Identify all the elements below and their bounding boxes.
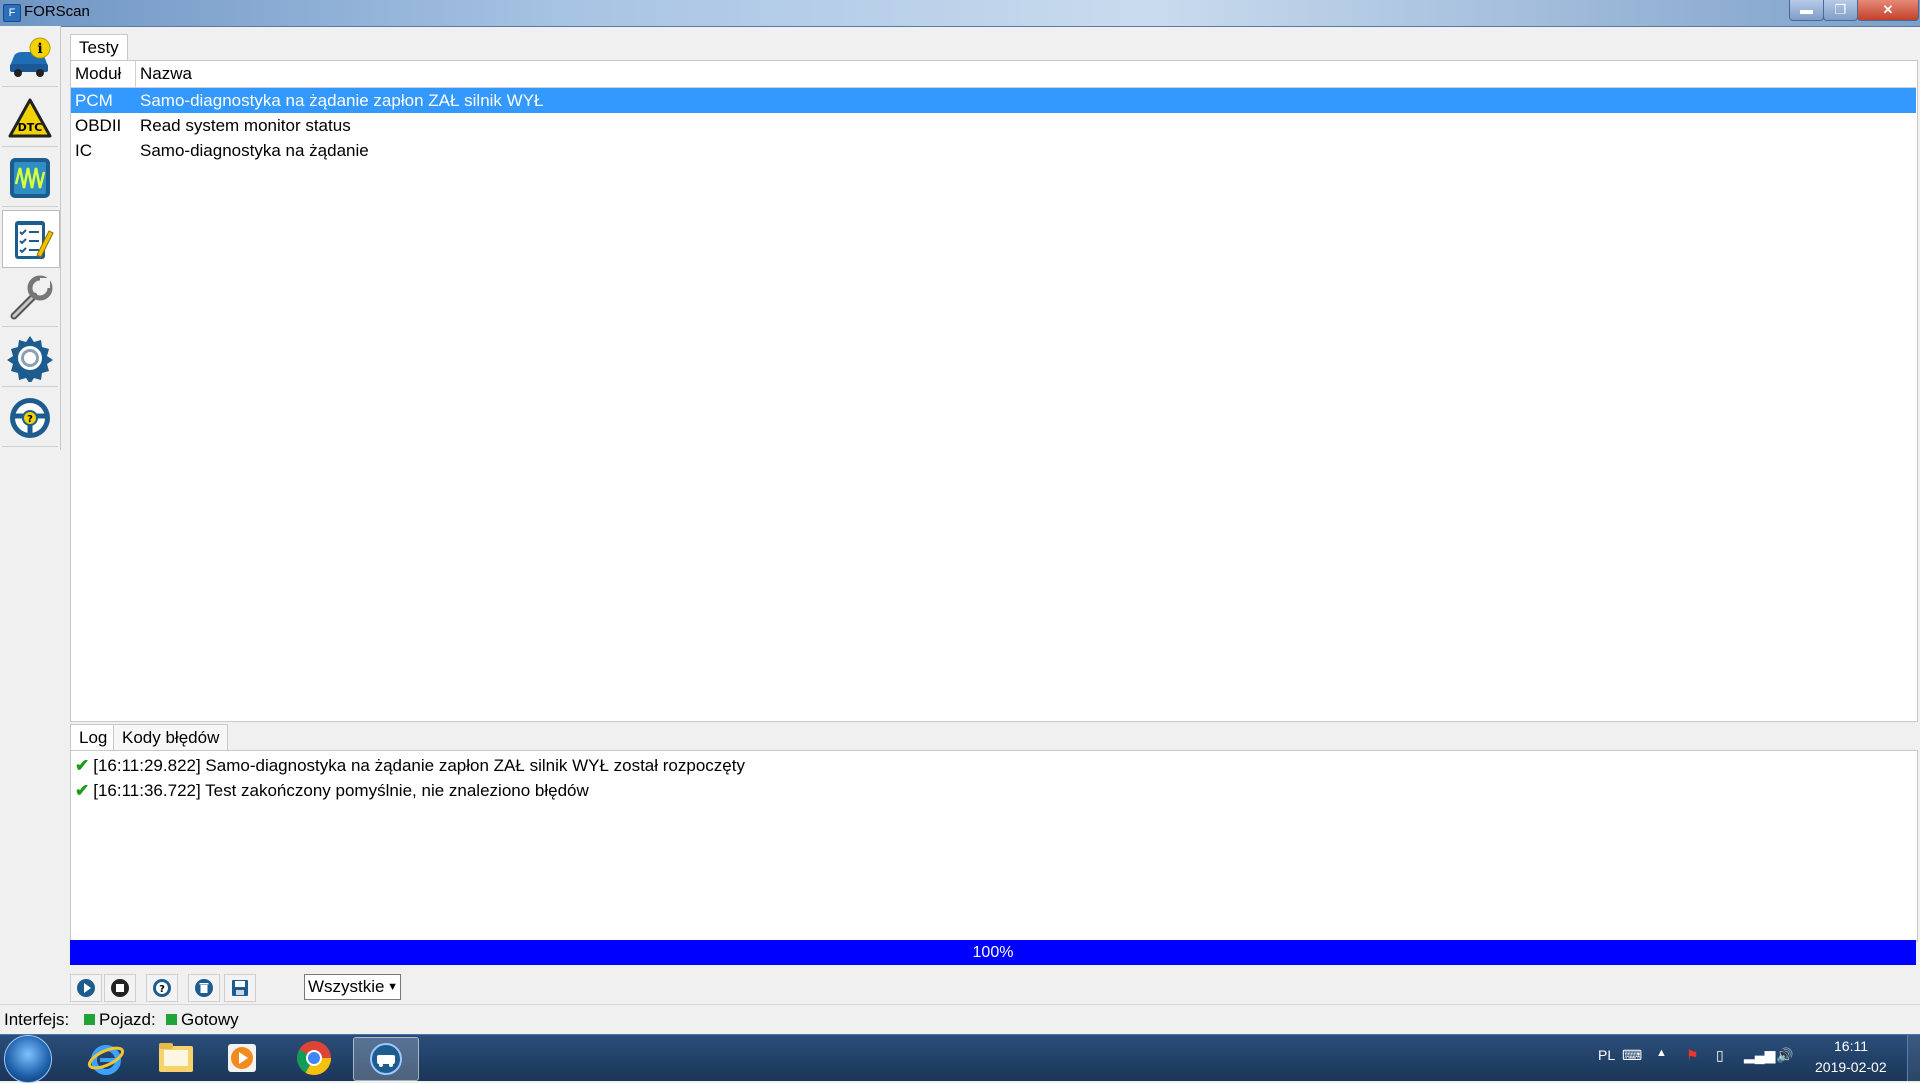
- run-button[interactable]: [70, 974, 102, 1002]
- taskbar-media-player[interactable]: [214, 1037, 270, 1079]
- table-row[interactable]: IC Samo-diagnostyka na żądanie: [71, 138, 1916, 163]
- column-header-name[interactable]: Nazwa: [136, 61, 1910, 87]
- svg-text:DTC: DTC: [18, 121, 43, 134]
- svg-text:?: ?: [27, 414, 33, 425]
- trash-icon: [195, 979, 213, 997]
- check-icon: ✔: [75, 756, 90, 775]
- volume-icon[interactable]: 🔊: [1776, 1047, 1793, 1064]
- sidebar-item-dtc[interactable]: DTC: [2, 90, 58, 147]
- interface-status-indicator: [84, 1014, 95, 1026]
- tests-table: Moduł Nazwa PCM Samo-diagnostyka na żąda…: [70, 60, 1918, 722]
- forscan-app-icon: F: [3, 4, 21, 22]
- gear-icon: [7, 336, 53, 382]
- row-module: PCM: [75, 91, 113, 110]
- window-title: FORScan: [24, 3, 90, 20]
- checklist-icon: [15, 221, 54, 259]
- chevron-down-icon: ▼: [387, 981, 398, 993]
- taskbar-forscan[interactable]: [353, 1037, 419, 1081]
- vehicle-status: Pojazd:: [84, 1010, 156, 1030]
- log-line: ✔ [16:11:36.722] Test zakończony pomyślni…: [75, 778, 589, 803]
- clock-date[interactable]: 2019-02-02: [1815, 1059, 1887, 1075]
- taskbar-explorer[interactable]: [148, 1037, 204, 1079]
- sidebar-item-help[interactable]: ?: [2, 390, 58, 447]
- keyboard-icon[interactable]: ⌨: [1622, 1047, 1642, 1064]
- tab-error-codes[interactable]: Kody błędów: [113, 724, 229, 751]
- network-signal-icon[interactable]: ▂▄▆: [1744, 1047, 1775, 1064]
- column-header-module[interactable]: Moduł: [71, 61, 136, 87]
- log-text: [16:11:36.722] Test zakończony pomyślnie…: [93, 781, 589, 800]
- close-button[interactable]: ✕: [1857, 0, 1919, 21]
- table-row[interactable]: OBDII Read system monitor status: [71, 113, 1916, 138]
- status-bar: Interfejs: Pojazd: Gotowy: [0, 1004, 1920, 1035]
- play-icon: [77, 979, 95, 997]
- action-center-flag-icon[interactable]: ⚑: [1686, 1047, 1699, 1064]
- folder-icon: [159, 1043, 193, 1072]
- table-row[interactable]: PCM Samo-diagnostyka na żądanie zapłon Z…: [71, 88, 1916, 113]
- tab-tests[interactable]: Testy: [70, 34, 128, 61]
- help-steering-wheel-icon: ?: [10, 398, 50, 438]
- table-header: Moduł Nazwa: [71, 61, 1916, 88]
- sidebar-item-tests[interactable]: [2, 210, 60, 268]
- oscilloscope-icon: [10, 158, 50, 198]
- sidebar-item-settings[interactable]: [2, 330, 58, 387]
- vehicle-status-indicator: [166, 1014, 177, 1026]
- wrench-icon: [10, 275, 53, 320]
- car-info-icon: i: [10, 37, 51, 77]
- check-icon: ✔: [75, 781, 90, 800]
- help-icon: ?: [153, 979, 171, 997]
- chrome-icon: [297, 1041, 331, 1075]
- progress-bar: 100%: [70, 940, 1916, 965]
- row-module: IC: [75, 141, 92, 160]
- dtc-warning-icon: DTC: [8, 98, 52, 138]
- title-bar: F FORScan ▬ ❐ ✕: [0, 0, 1920, 27]
- windows-taskbar: PL ⌨ ▲ ⚑ ▯ ▂▄▆ 🔊 16:11 2019-02-02: [0, 1034, 1920, 1083]
- sidebar-item-service[interactable]: [2, 270, 58, 327]
- tab-log[interactable]: Log: [70, 724, 117, 751]
- language-indicator[interactable]: PL: [1598, 1047, 1615, 1063]
- ready-label: Gotowy: [181, 1010, 239, 1029]
- progress-label: 100%: [972, 944, 1014, 961]
- sidebar: i DTC ?: [0, 26, 61, 450]
- log-panel: ✔ [16:11:29.822] Samo-diagnostyka na żąda…: [70, 750, 1918, 942]
- filter-dropdown[interactable]: Wszystkie ▼: [304, 974, 401, 1000]
- filter-value: Wszystkie: [308, 977, 385, 996]
- battery-icon[interactable]: ▯: [1716, 1047, 1724, 1064]
- stop-icon: [111, 979, 129, 997]
- help-button[interactable]: ?: [146, 974, 178, 1002]
- save-button[interactable]: [224, 974, 256, 1002]
- toolbar: ? Wszystkie ▼: [70, 971, 670, 1003]
- log-text: [16:11:29.822] Samo-diagnostyka na żądan…: [93, 756, 745, 775]
- stop-button[interactable]: [104, 974, 136, 1002]
- start-button[interactable]: [4, 1035, 52, 1083]
- sidebar-item-vehicle-info[interactable]: i: [2, 30, 58, 87]
- maximize-button[interactable]: ❐: [1823, 0, 1858, 21]
- svg-text:?: ?: [159, 984, 165, 995]
- log-line: ✔ [16:11:29.822] Samo-diagnostyka na żąda…: [75, 753, 745, 778]
- show-desktop-button[interactable]: [1907, 1035, 1920, 1081]
- minimize-button[interactable]: ▬: [1789, 0, 1824, 21]
- row-name: Read system monitor status: [140, 116, 351, 135]
- row-name: Samo-diagnostyka na żądanie zapłon ZAŁ s…: [140, 91, 544, 110]
- row-module: OBDII: [75, 116, 122, 135]
- clear-button[interactable]: [188, 974, 220, 1002]
- media-player-icon: [228, 1044, 256, 1072]
- internet-explorer-icon: [87, 1045, 125, 1075]
- floppy-disk-icon: [232, 980, 248, 996]
- sidebar-item-oscilloscope[interactable]: [2, 150, 58, 207]
- forscan-icon: [370, 1043, 402, 1075]
- ready-status: Gotowy: [166, 1010, 239, 1030]
- clock-time[interactable]: 16:11: [1834, 1038, 1868, 1054]
- svg-text:i: i: [37, 41, 42, 57]
- taskbar-chrome[interactable]: [286, 1037, 342, 1079]
- show-hidden-icons-icon[interactable]: ▲: [1656, 1047, 1667, 1059]
- row-name: Samo-diagnostyka na żądanie: [140, 141, 369, 160]
- interface-label: Interfejs:: [4, 1010, 70, 1029]
- vehicle-label: Pojazd:: [99, 1010, 156, 1029]
- taskbar-internet-explorer[interactable]: [78, 1037, 134, 1079]
